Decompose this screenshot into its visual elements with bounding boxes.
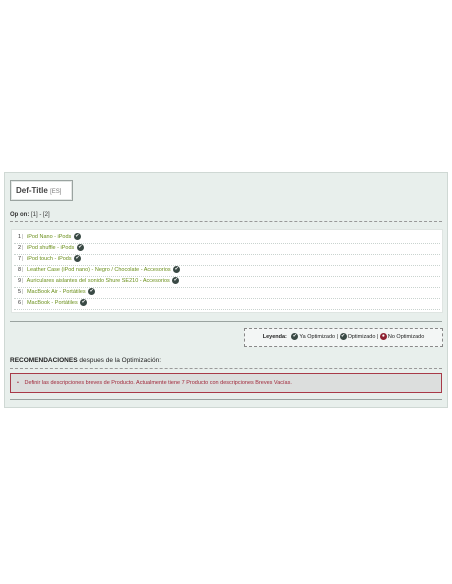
product-link[interactable]: iPod touch - iPods — [27, 256, 72, 262]
list-item: 6| MacBook - Portátiles ✔ — [14, 298, 440, 310]
optimized-check-icon: ✔ — [88, 288, 96, 296]
optimized-check-icon: ✔ — [172, 277, 180, 285]
optimization-panel: Def-Title [ES] Op on: [1] - [2] 1| iPod … — [4, 172, 448, 408]
optimized-check-icon: ✔ — [73, 233, 81, 241]
divider — [10, 399, 442, 400]
product-link[interactable]: iPod Nano - iPods — [27, 234, 71, 240]
def-title: Def-Title — [16, 186, 48, 195]
product-link[interactable]: Auriculares aislantes del sonido Shure S… — [27, 278, 170, 284]
product-id: 8 — [17, 267, 21, 273]
pager-page-1[interactable]: [1] — [31, 212, 38, 218]
pager-separator: - — [39, 212, 42, 218]
not-optimized-icon: ● — [379, 333, 387, 341]
dashed-divider — [10, 221, 442, 222]
product-id: 6 — [17, 300, 21, 306]
optimized-check-icon: ✔ — [80, 299, 88, 307]
already-optimized-icon: ✔ — [291, 333, 299, 341]
product-id: 5 — [17, 289, 21, 295]
recommendations-title: RECOMENDACIONES despues de la Optimizaci… — [10, 357, 161, 364]
def-title-box: Def-Title [ES] — [10, 180, 73, 201]
optimized-check-icon: ✔ — [74, 255, 82, 263]
pager-label: Op on: — [10, 212, 30, 218]
recommendation-alert: • Definir las descripciones breves de Pr… — [10, 373, 442, 393]
dashed-divider — [10, 368, 442, 369]
recommendations-title-bold: RECOMENDACIONES — [10, 357, 78, 364]
pager: Op on: [1] - [2] — [10, 212, 50, 218]
product-id: 9 — [17, 278, 21, 284]
product-link[interactable]: MacBook - Portátiles — [27, 300, 78, 306]
product-id: 2 — [17, 245, 21, 251]
legend-opt: Optimizado | — [347, 334, 379, 340]
legend-no: No Optimizado — [387, 334, 425, 340]
product-link[interactable]: iPod shuffle - iPods — [27, 245, 74, 251]
divider — [10, 321, 442, 322]
bullet-icon: • — [17, 380, 19, 386]
legend-ya: Ya Optimizado | — [299, 334, 339, 340]
product-list: 1| iPod Nano - iPods ✔ 2| iPod shuffle -… — [11, 229, 443, 313]
optimized-icon: ✔ — [339, 333, 347, 341]
language-tag: [ES] — [50, 189, 62, 195]
product-id: 7 — [17, 256, 21, 262]
recommendation-text: Definir las descripciones breves de Prod… — [24, 380, 292, 386]
optimized-check-icon: ✔ — [76, 244, 84, 252]
legend: Leyenda: ✔ Ya Optimizado | ✔ Optimizado | … — [244, 328, 443, 347]
legend-label: Leyenda: — [262, 334, 287, 340]
product-link[interactable]: Leather Case (iPod nano) - Negro / Choco… — [27, 267, 171, 273]
product-link[interactable]: MacBook Air - Portátiles — [27, 289, 86, 295]
pager-page-2[interactable]: [2] — [43, 212, 50, 218]
product-id: 1 — [17, 234, 21, 240]
optimized-check-icon: ✔ — [173, 266, 181, 274]
recommendations-title-rest: despues de la Optimización: — [77, 357, 162, 364]
